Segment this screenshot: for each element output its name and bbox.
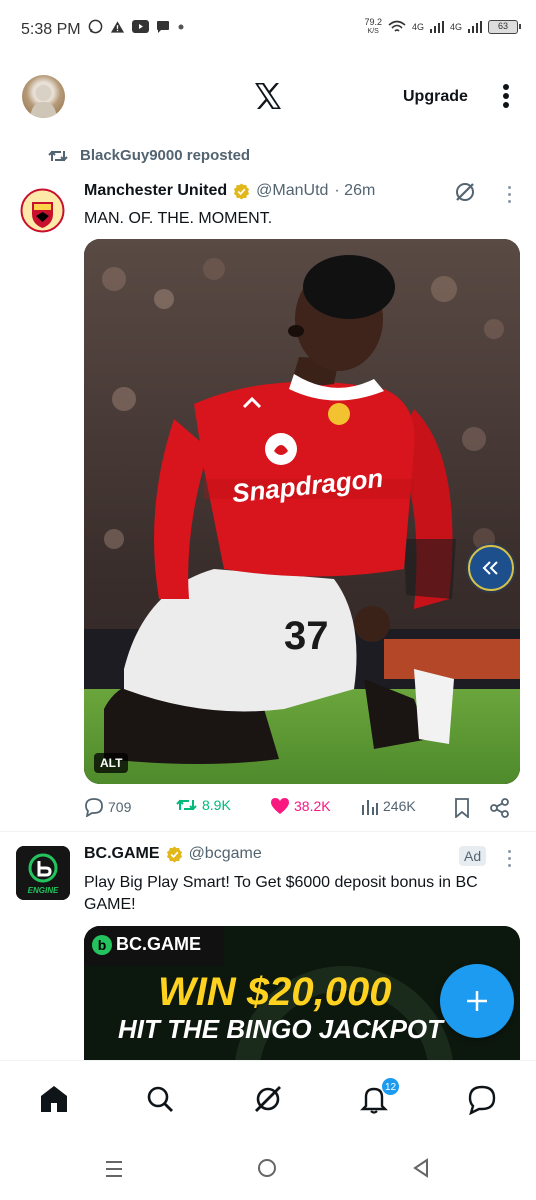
home-circle-icon[interactable] <box>257 1158 277 1178</box>
post-divider <box>0 831 536 832</box>
more-options-icon[interactable] <box>502 84 510 112</box>
like-count: 38.2K <box>294 798 331 814</box>
back-triangle-icon[interactable] <box>412 1158 430 1178</box>
bcgame-avatar[interactable]: ENGINE <box>16 846 70 900</box>
post-more-icon[interactable] <box>506 186 512 204</box>
compose-post-button[interactable] <box>440 964 514 1038</box>
bcgame-logo-icon: b <box>92 934 112 955</box>
bookmark-icon[interactable] <box>454 798 470 818</box>
post-media-image[interactable]: 37 Snapdragon ALT <box>84 239 520 784</box>
repost-indicator[interactable]: BlackGuy9000 reposted <box>48 147 250 164</box>
ad-banner-headline: WIN $20,000 <box>158 970 392 1014</box>
repost-action-icon <box>176 799 197 811</box>
status-time: 5:38 PM <box>21 21 81 38</box>
ad-label-badge: Ad <box>459 846 487 866</box>
x-logo-icon[interactable] <box>252 80 284 112</box>
shirt-number: 37 <box>284 614 329 658</box>
youtube-icon <box>132 20 149 33</box>
avatar-engine-label: ENGINE <box>28 886 59 895</box>
views-action[interactable]: 246K <box>361 797 416 815</box>
verified-gold-icon <box>166 845 182 863</box>
warning-icon <box>110 20 125 33</box>
bcgame-engine-logo-icon: ENGINE <box>16 846 70 900</box>
repost-action[interactable]: 8.9K <box>176 797 231 813</box>
ad-banner-subheadline: HIT THE BINGO JACKPOT <box>118 1014 444 1044</box>
wifi-icon <box>388 20 406 32</box>
scroll-double-chevron-button[interactable] <box>468 545 514 591</box>
manutd-crest-icon <box>20 188 65 233</box>
reply-icon <box>85 798 103 817</box>
grok-icon[interactable] <box>454 181 476 203</box>
ad-author-name[interactable]: BC.GAME <box>84 845 160 863</box>
ad-post-header: BC.GAME @bcgame <box>84 845 262 863</box>
post-header: Manchester United @ManUtd · 26m <box>84 182 375 200</box>
network-speed: 79.2 K/S <box>364 18 382 36</box>
share-icon[interactable] <box>490 798 510 818</box>
battery-icon: 63 <box>488 20 521 34</box>
chat-bubble-icon <box>157 20 169 33</box>
notifications-count-badge: 12 <box>381 1077 400 1096</box>
repost-icon <box>48 150 68 161</box>
whatsapp-icon <box>88 19 103 34</box>
ad-more-icon[interactable] <box>506 850 512 868</box>
repost-label: BlackGuy9000 reposted <box>80 147 251 164</box>
double-chevron-left-icon <box>482 561 498 575</box>
reply-count: 709 <box>108 799 132 815</box>
ad-banner-logo-text: BC.GAME <box>116 934 201 954</box>
signal-icon <box>468 21 482 33</box>
author-handle[interactable]: @ManUtd <box>256 182 328 200</box>
status-notification-icons <box>88 19 185 34</box>
plus-icon <box>467 991 487 1011</box>
post-actions: 709 8.9K 38.2K 246K <box>84 797 514 819</box>
network-speed-value: 79.2 <box>364 17 382 27</box>
grok-icon[interactable] <box>252 1083 284 1115</box>
search-icon[interactable] <box>144 1083 176 1115</box>
signal-icon <box>429 21 444 33</box>
recent-apps-icon[interactable] <box>104 1160 124 1178</box>
post-text: MAN. OF. THE. MOMENT. <box>84 210 273 227</box>
network-type-2: 4G <box>449 22 462 32</box>
post-time: · 26m <box>334 182 376 199</box>
heart-filled-icon <box>271 798 289 814</box>
upgrade-button[interactable]: Upgrade <box>403 88 468 106</box>
avatar-image <box>30 85 57 118</box>
profile-avatar[interactable] <box>22 75 65 118</box>
ad-banner-logo: b BC.GAME <box>92 934 201 955</box>
ad-author-handle[interactable]: @bcgame <box>189 845 262 863</box>
ad-post-text: Play Big Play Smart! To Get $6000 deposi… <box>84 874 478 913</box>
network-speed-unit: K/S <box>367 28 379 35</box>
top-header: Upgrade <box>0 60 536 135</box>
verified-gold-icon <box>234 182 250 200</box>
bottom-navigation <box>0 1060 536 1136</box>
alt-text-badge[interactable]: ALT <box>94 753 129 773</box>
views-count: 246K <box>383 798 416 814</box>
status-bar: 5:38 PM 79.2 K/S 4G 4G 63 <box>0 0 536 60</box>
reply-action[interactable]: 709 <box>84 797 131 817</box>
android-system-navigation <box>0 1136 536 1200</box>
home-icon[interactable] <box>38 1083 70 1115</box>
views-bar-chart-icon <box>362 800 378 815</box>
dot-icon <box>178 24 184 29</box>
network-type-1: 4G <box>411 22 424 32</box>
repost-count: 8.9K <box>202 797 231 813</box>
author-name[interactable]: Manchester United <box>84 182 227 200</box>
status-system-icons: 79.2 K/S 4G 4G 63 <box>364 18 521 36</box>
manutd-avatar[interactable] <box>20 188 65 233</box>
like-action[interactable]: 38.2K <box>270 797 331 815</box>
footballer-celebration-image: 37 Snapdragon <box>84 239 520 784</box>
messages-icon[interactable] <box>466 1083 498 1115</box>
